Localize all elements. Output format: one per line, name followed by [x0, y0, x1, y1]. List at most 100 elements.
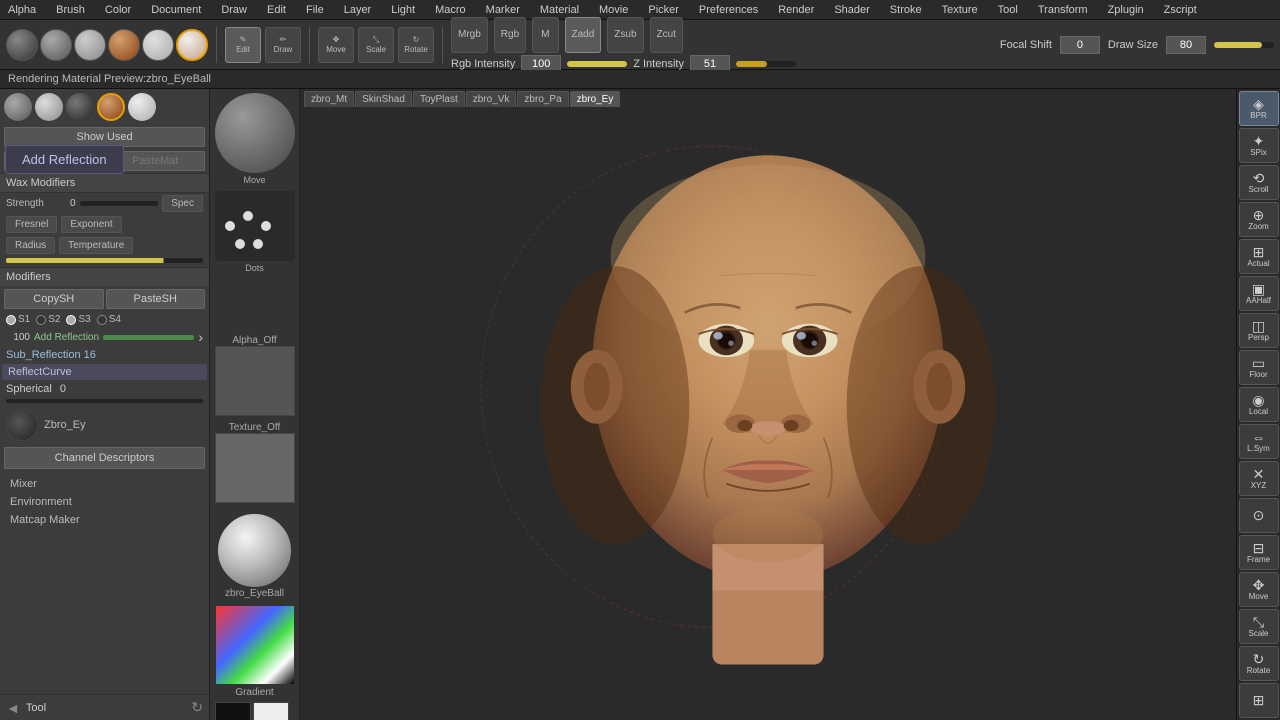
actual-button[interactable]: ⊞ Actual: [1239, 239, 1279, 274]
spec-btn[interactable]: Spec: [162, 195, 203, 212]
refresh-icon[interactable]: ↻: [191, 699, 203, 716]
menu-file[interactable]: File: [302, 4, 328, 16]
mat-tab-zbro-vk[interactable]: zbro_Vk: [466, 91, 517, 107]
add-reflection-slider[interactable]: [103, 335, 194, 340]
zcut-btn[interactable]: Zcut: [650, 17, 683, 53]
menu-shader[interactable]: Shader: [830, 4, 873, 16]
lsym-button[interactable]: ⇔ L.Sym: [1239, 424, 1279, 459]
switch-color-btn[interactable]: [215, 702, 295, 720]
rgb-intensity-slider[interactable]: [567, 61, 627, 67]
focal-input[interactable]: [1060, 36, 1100, 54]
spherical-slider[interactable]: [6, 399, 203, 403]
aahalf-button[interactable]: ▣ AAHalf: [1239, 276, 1279, 311]
strength-slider[interactable]: [80, 201, 159, 206]
sphere-2-btn[interactable]: [40, 29, 72, 61]
show-used-button[interactable]: Show Used: [4, 127, 205, 147]
zsub-btn[interactable]: Zsub: [607, 17, 643, 53]
add-reflection-arrow[interactable]: ›: [198, 329, 203, 345]
s4-radio[interactable]: S4: [97, 314, 121, 325]
environment-button[interactable]: Environment: [4, 493, 205, 511]
alpha-box[interactable]: [215, 346, 295, 416]
move-btn[interactable]: ✥ Move: [318, 27, 354, 63]
s1-radio[interactable]: S1: [6, 314, 30, 325]
edit-btn[interactable]: ✎ Edit: [225, 27, 261, 63]
s3-radio[interactable]: S3: [66, 314, 90, 325]
rgb-btn[interactable]: Rgb: [494, 17, 526, 53]
menu-texture[interactable]: Texture: [938, 4, 982, 16]
mat-tab-zbro-mt[interactable]: zbro_Mt: [304, 91, 354, 107]
reflect-curve-row[interactable]: ReflectCurve: [2, 364, 207, 380]
scale-right-button[interactable]: ⤡ Scale: [1239, 609, 1279, 644]
persp-button[interactable]: ◫ Persp: [1239, 313, 1279, 348]
bpr-button[interactable]: ◈ BPR: [1239, 91, 1279, 126]
temperature-btn[interactable]: Temperature: [59, 237, 133, 254]
menu-document[interactable]: Document: [147, 4, 205, 16]
menu-material[interactable]: Material: [536, 4, 583, 16]
fresnel-btn[interactable]: Fresnel: [6, 216, 57, 233]
menu-light[interactable]: Light: [387, 4, 419, 16]
mat-tab-toy-plast[interactable]: ToyPlast: [413, 91, 465, 107]
rotate-right-button[interactable]: ↻ Rotate: [1239, 646, 1279, 681]
scroll-button[interactable]: ⟲ Scroll: [1239, 165, 1279, 200]
menu-picker[interactable]: Picker: [644, 4, 683, 16]
spix-button[interactable]: ✦ SPix: [1239, 128, 1279, 163]
canvas-area[interactable]: zbro_Mt SkinShad ToyPlast zbro_Vk zbro_P…: [300, 89, 1236, 720]
scale-btn[interactable]: ⤡ Scale: [358, 27, 394, 63]
matcap-ball-1[interactable]: [4, 93, 32, 121]
menu-preferences[interactable]: Preferences: [695, 4, 762, 16]
menu-color[interactable]: Color: [101, 4, 135, 16]
matcap-maker-button[interactable]: Matcap Maker: [4, 511, 205, 529]
sub-reflection-row[interactable]: Sub_Reflection 16: [0, 347, 209, 363]
sym-button[interactable]: ⊙: [1239, 498, 1279, 533]
menu-draw[interactable]: Draw: [217, 4, 251, 16]
move-right-button[interactable]: ✥ Move: [1239, 572, 1279, 607]
menu-zscript[interactable]: Zscript: [1160, 4, 1201, 16]
tool-arrow-icon[interactable]: ◄: [6, 700, 20, 716]
zoom-button[interactable]: ⊕ Zoom: [1239, 202, 1279, 237]
sphere-3-btn[interactable]: [74, 29, 106, 61]
texture-box[interactable]: [215, 433, 295, 503]
matcap-ball-4[interactable]: [97, 93, 125, 121]
paste-sh-button[interactable]: PasteSH: [106, 289, 206, 309]
sphere-1-btn[interactable]: [6, 29, 38, 61]
grid-button[interactable]: ⊞: [1239, 683, 1279, 718]
exponent-btn[interactable]: Exponent: [61, 216, 121, 233]
matcap-ball-3[interactable]: [66, 93, 94, 121]
menu-brush[interactable]: Brush: [52, 4, 89, 16]
dots-preview[interactable]: [215, 191, 295, 261]
menu-layer[interactable]: Layer: [340, 4, 376, 16]
menu-transform[interactable]: Transform: [1034, 4, 1092, 16]
menu-zplugin[interactable]: Zplugin: [1104, 4, 1148, 16]
toy-plast-btn[interactable]: [142, 29, 174, 61]
draw-size-input[interactable]: [1166, 36, 1206, 54]
frame-button[interactable]: ⊟ Frame: [1239, 535, 1279, 570]
zadd-btn[interactable]: Zadd: [565, 17, 602, 53]
local-button[interactable]: ◉ Local: [1239, 387, 1279, 422]
menu-render[interactable]: Render: [774, 4, 818, 16]
zbro-ey-btn[interactable]: [176, 29, 208, 61]
menu-edit[interactable]: Edit: [263, 4, 290, 16]
matcap-large-ball[interactable]: [217, 513, 292, 588]
mrgb-btn[interactable]: Mrgb: [451, 17, 488, 53]
copy-sh-button[interactable]: CopySH: [4, 289, 104, 309]
draw-btn[interactable]: ✏ Draw: [265, 27, 301, 63]
menu-movie[interactable]: Movie: [595, 4, 632, 16]
rotate-btn[interactable]: ↻ Rotate: [398, 27, 434, 63]
m-btn[interactable]: M: [532, 17, 558, 53]
matcap-ball-5[interactable]: [128, 93, 156, 121]
floor-button[interactable]: ▭ Floor: [1239, 350, 1279, 385]
menu-tool[interactable]: Tool: [994, 4, 1022, 16]
z-intensity-slider[interactable]: [736, 61, 796, 67]
radius-btn[interactable]: Radius: [6, 237, 55, 254]
skin-shad-btn[interactable]: [108, 29, 140, 61]
wax-slider-bar[interactable]: [6, 258, 203, 263]
menu-stroke[interactable]: Stroke: [886, 4, 926, 16]
mat-tab-zbro-ey[interactable]: zbro_Ey: [570, 91, 621, 107]
menu-macro[interactable]: Macro: [431, 4, 470, 16]
matcap-ball-2[interactable]: [35, 93, 63, 121]
menu-alpha[interactable]: Alpha: [4, 4, 40, 16]
mixer-button[interactable]: Mixer: [4, 475, 205, 493]
move-sphere[interactable]: [215, 93, 295, 173]
mat-tab-skin-shad[interactable]: SkinShad: [355, 91, 412, 107]
xyz-button[interactable]: ✕ XYZ: [1239, 461, 1279, 496]
